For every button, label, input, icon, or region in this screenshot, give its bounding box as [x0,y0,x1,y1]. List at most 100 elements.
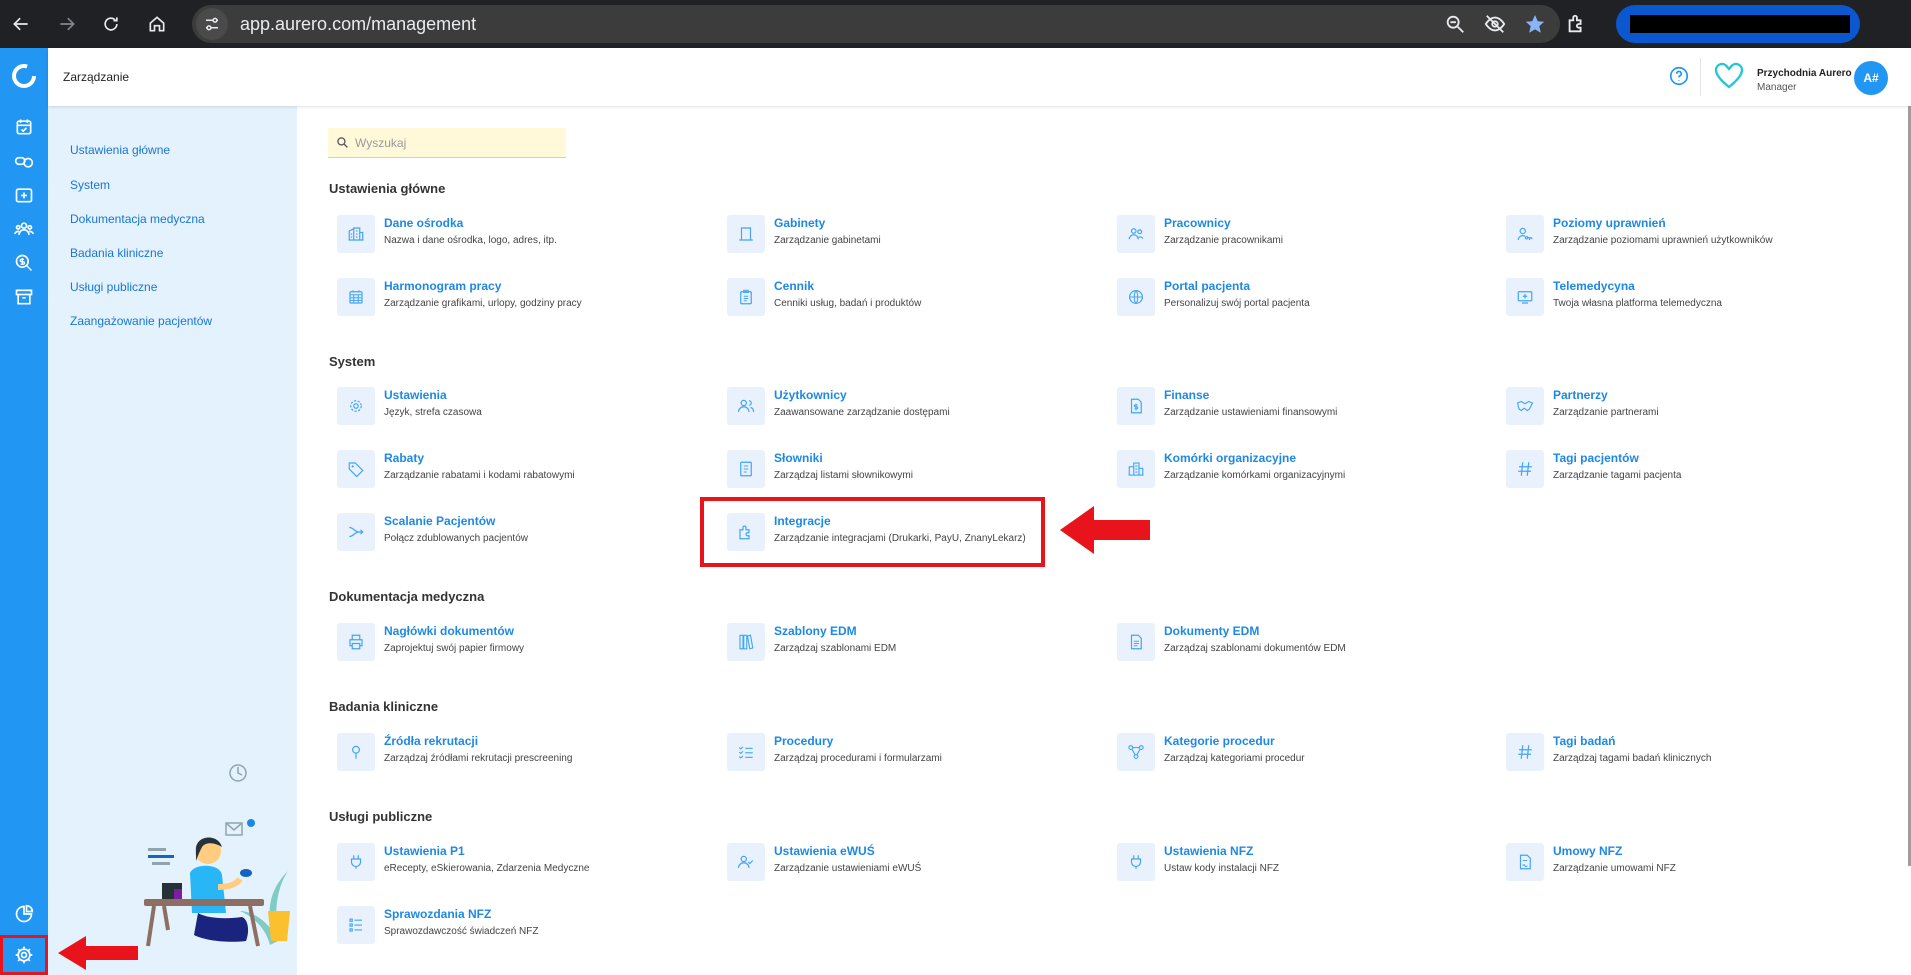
tile-cennik[interactable]: Cennik Cenniki usług, badań i produktów [720,275,1100,319]
tile-title[interactable]: Tagi badań [1553,734,1615,748]
rail-finance-search-icon[interactable] [0,246,48,280]
tile-title[interactable]: Pracownicy [1164,216,1231,230]
tile-title[interactable]: Tagi pacjentów [1553,451,1639,465]
rail-settings-gear-icon[interactable] [0,935,48,975]
rail-users-icon[interactable] [0,212,48,246]
tile-poziomy-uprawnien[interactable]: Poziomy uprawnień Zarządzanie poziomami … [1499,212,1879,256]
gear-icon [350,400,362,412]
user-check-icon [737,855,754,869]
rail-pie-chart-icon[interactable] [0,897,48,931]
tile-title[interactable]: Umowy NFZ [1553,844,1622,858]
tile-title[interactable]: Scalanie Pacjentów [384,514,495,528]
tile-slowniki[interactable]: Słowniki Zarządzaj listami słownikowymi [720,447,1100,491]
tile-title[interactable]: Ustawienia [384,388,447,402]
rail-calendar-icon[interactable] [0,110,48,144]
tile-title[interactable]: Kategorie procedur [1164,734,1275,748]
url-text[interactable]: app.aurero.com/management [240,14,476,35]
tile-title[interactable]: Telemedycyna [1553,279,1635,293]
tile-kategorie-procedur[interactable]: Kategorie procedur Zarządzaj kategoriami… [1110,730,1490,774]
tile-title[interactable]: Dane ośrodka [384,216,463,230]
tile-title[interactable]: Gabinety [774,216,825,230]
rail-pills-icon[interactable] [0,144,48,178]
tile-ustawienia-ewus[interactable]: Ustawienia eWUŚ Zarządzanie ustawieniami… [720,840,1100,884]
tile-title[interactable]: Harmonogram pracy [384,279,501,293]
tile-description: Zarządzanie umowami NFZ [1553,863,1676,874]
tile-sprawozdania-nfz[interactable]: Sprawozdania NFZ Sprawozdawczość świadcz… [330,903,710,947]
back-icon[interactable] [4,7,38,41]
clinic-name[interactable]: Przychodnia Aurero [1757,68,1852,79]
tile-description: Zarządzanie rabatami i kodami rabatowymi [384,470,575,481]
site-info-icon[interactable] [196,8,228,40]
tile-title[interactable]: Użytkownicy [774,388,847,402]
tile-scalanie-pacjentow[interactable]: Scalanie Pacjentów Połącz zdublowanych p… [330,510,710,554]
help-circle-icon[interactable] [1668,65,1690,87]
browser-toolbar: app.aurero.com/management [0,0,1911,48]
avatar[interactable]: A# [1854,61,1888,95]
tile-rabaty[interactable]: Rabaty Zarządzanie rabatami i kodami rab… [330,447,710,491]
aurero-logo[interactable] [0,48,48,104]
tile-telemedycyna[interactable]: Telemedycyna Twoja własna platforma tele… [1499,275,1879,319]
tile-zrodla-rekrutacji[interactable]: Źródła rekrutacji Zarządzaj źródłami rek… [330,730,710,774]
profile-button[interactable] [1616,5,1860,43]
subnav-item-zaangazowanie-pacjentow[interactable]: Zaangażowanie pacjentów [70,314,212,328]
tile-title[interactable]: Ustawienia NFZ [1164,844,1253,858]
tile-title[interactable]: Komórki organizacyjne [1164,451,1296,465]
tile-title[interactable]: Partnerzy [1553,388,1608,402]
tile-title[interactable]: Ustawienia eWUŚ [774,844,875,858]
tile-title[interactable]: Źródła rekrutacji [384,734,478,748]
subnav-item-ustawienia-glowne[interactable]: Ustawienia główne [70,143,170,157]
tile-ustawienia-nfz[interactable]: Ustawienia NFZ Ustaw kody instalacji NFZ [1110,840,1490,884]
tile-title[interactable]: Poziomy uprawnień [1553,216,1666,230]
tile-title[interactable]: Dokumenty EDM [1164,624,1259,638]
tile-title[interactable]: Ustawienia P1 [384,844,465,858]
rail-medical-plus-icon[interactable] [0,178,48,212]
tile-uzytkownicy[interactable]: Użytkownicy Zaawansowane zarządzanie dos… [720,384,1100,428]
zoom-icon[interactable] [1444,13,1466,35]
tile-dokumenty-edm[interactable]: Dokumenty EDM Zarządzaj szablonami dokum… [1110,620,1490,664]
tile-gabinety[interactable]: Gabinety Zarządzanie gabinetami [720,212,1100,256]
tile-title[interactable]: Rabaty [384,451,424,465]
tile-tagi-badan[interactable]: Tagi badań Zarządzaj tagami badań klinic… [1499,730,1879,774]
tile-title[interactable]: Szablony EDM [774,624,857,638]
rail-archive-icon[interactable] [0,280,48,314]
tile-title[interactable]: Słowniki [774,451,823,465]
tile-tagi-pacjentow[interactable]: Tagi pacjentów Zarządzanie tagami pacjen… [1499,447,1879,491]
tile-portal-pacjenta[interactable]: Portal pacjenta Personalizuj swój portal… [1110,275,1490,319]
tile-dane-osrodka[interactable]: Dane ośrodka Nazwa i dane ośrodka, logo,… [330,212,710,256]
tile-title[interactable]: Finanse [1164,388,1209,402]
search-field[interactable] [328,128,566,158]
subnav-item-uslugi-publiczne[interactable]: Usługi publiczne [70,280,157,294]
topbar-divider [1700,58,1701,96]
tile-title[interactable]: Procedury [774,734,833,748]
tag-icon [348,462,364,478]
tile-title[interactable]: Sprawozdania NFZ [384,907,491,921]
tile-komorki-organizacyjne[interactable]: Komórki organizacyjne Zarządzanie komórk… [1110,447,1490,491]
subnav-item-system[interactable]: System [70,178,110,192]
tile-ustawienia-p1[interactable]: Ustawienia P1 eRecepty, eSkierowania, Zd… [330,840,710,884]
tile-pracownicy[interactable]: Pracownicy Zarządzanie pracownikami [1110,212,1490,256]
tile-procedury[interactable]: Procedury Zarządzaj procedurami i formul… [720,730,1100,774]
home-icon[interactable] [140,7,174,41]
eye-off-icon[interactable] [1484,13,1506,35]
subnav-item-badania-kliniczne[interactable]: Badania kliniczne [70,246,163,260]
tile-title[interactable]: Portal pacjenta [1164,279,1250,293]
tile-title[interactable]: Cennik [774,279,814,293]
address-bar[interactable]: app.aurero.com/management [192,5,1560,43]
reload-icon[interactable] [94,7,128,41]
search-input[interactable] [355,135,545,150]
tile-naglowki-dokumentow[interactable]: Nagłówki dokumentów Zaprojektuj swój pap… [330,620,710,664]
extensions-icon[interactable] [1560,8,1592,40]
tile-harmonogram-pracy[interactable]: Harmonogram pracy Zarządzanie grafikami,… [330,275,710,319]
door-icon [739,227,753,241]
tile-umowy-nfz[interactable]: Umowy NFZ Zarządzanie umowami NFZ [1499,840,1879,884]
tile-title[interactable]: Nagłówki dokumentów [384,624,514,638]
bookmark-star-icon[interactable] [1524,13,1546,35]
tile-description: Sprawozdawczość świadczeń NFZ [384,926,539,937]
tile-ustawienia[interactable]: Ustawienia Język, strefa czasowa [330,384,710,428]
section-title-dokumentacja-medyczna: Dokumentacja medyczna [329,589,485,604]
tile-finanse[interactable]: Finanse Zarządzanie ustawieniami finanso… [1110,384,1490,428]
subnav-item-dokumentacja-medyczna[interactable]: Dokumentacja medyczna [70,212,205,226]
forward-icon[interactable] [50,7,84,41]
tile-szablony-edm[interactable]: Szablony EDM Zarządzaj szablonami EDM [720,620,1100,664]
tile-partnerzy[interactable]: Partnerzy Zarządzanie partnerami [1499,384,1879,428]
